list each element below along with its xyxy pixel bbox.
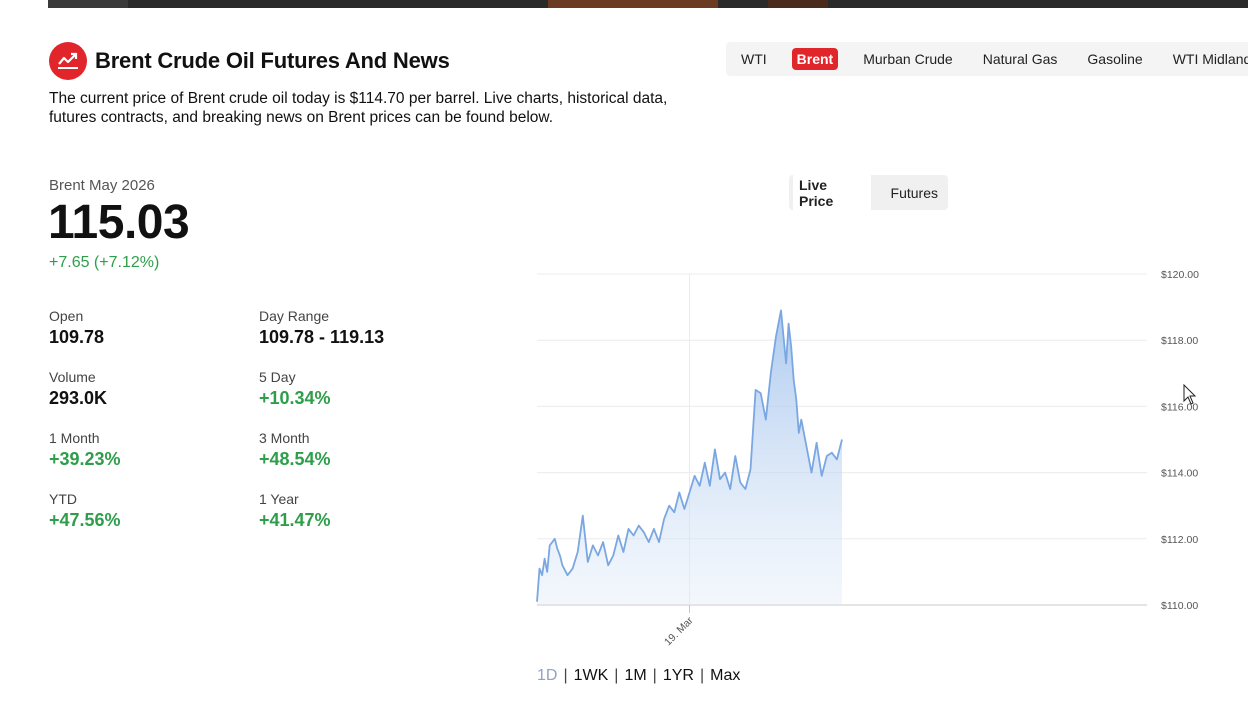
range-1yr-button[interactable]: 1YR bbox=[663, 667, 694, 685]
y-tick-label: $118.00 bbox=[1161, 335, 1198, 347]
range-separator: | bbox=[652, 667, 657, 684]
range-separator: | bbox=[614, 667, 619, 684]
range-separator: | bbox=[699, 667, 705, 684]
y-tick-label: $114.00 bbox=[1161, 468, 1198, 480]
x-tick-label: 19. Mar bbox=[662, 614, 696, 648]
price-chart[interactable]: $110.00$112.00$114.00$116.00$118.00$120.… bbox=[0, 0, 1248, 716]
range-selector: 1D | 1WK | 1M | 1YR | Max bbox=[537, 667, 740, 685]
y-tick-label: $112.00 bbox=[1161, 534, 1198, 546]
range-separator: | bbox=[563, 667, 568, 684]
range-max-button[interactable]: Max bbox=[710, 667, 740, 685]
range-1m-button[interactable]: 1M bbox=[624, 667, 646, 685]
range-1d-button[interactable]: 1D bbox=[537, 667, 557, 685]
mouse-cursor-icon bbox=[1183, 384, 1197, 405]
y-tick-label: $110.00 bbox=[1161, 600, 1198, 612]
range-1wk-button[interactable]: 1WK bbox=[574, 667, 609, 685]
y-tick-label: $120.00 bbox=[1161, 269, 1199, 281]
